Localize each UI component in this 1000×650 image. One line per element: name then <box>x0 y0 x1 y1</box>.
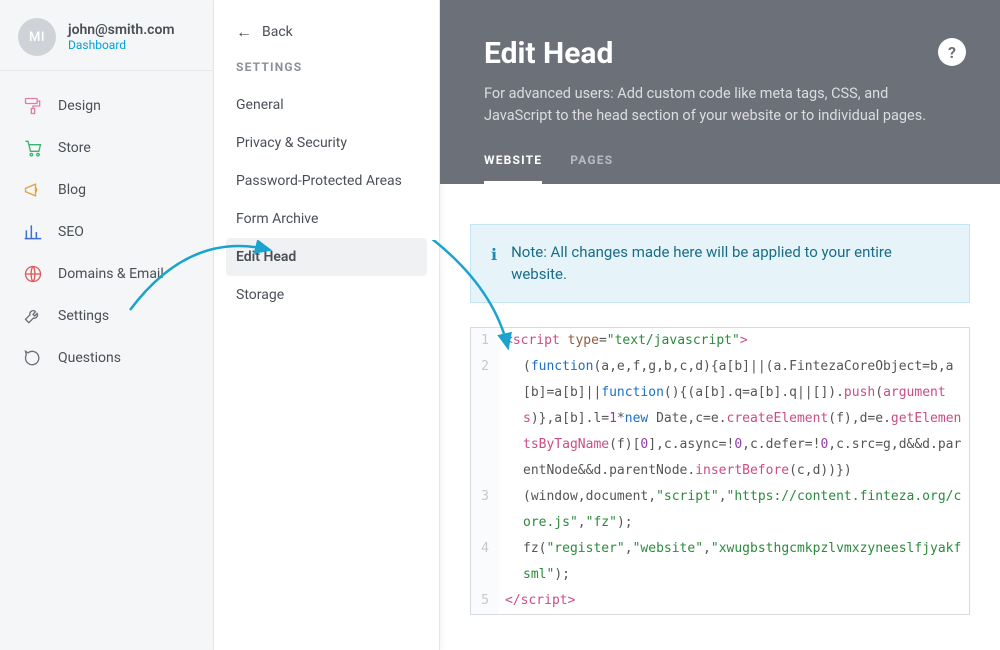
nav-label: Questions <box>58 350 121 366</box>
settings-item-privacy[interactable]: Privacy & Security <box>226 124 427 162</box>
info-note: ℹ Note: All changes made here will be ap… <box>470 224 970 303</box>
megaphone-icon <box>22 179 44 201</box>
tabs: WEBSITE PAGES <box>484 153 956 184</box>
code-line-1: <script type="text/javascript"> <box>499 328 969 354</box>
account-block: MI john@smith.com Dashboard <box>0 0 213 70</box>
tab-website[interactable]: WEBSITE <box>484 153 542 184</box>
line-number: 3 <box>471 484 499 536</box>
page-header: ? Edit Head For advanced users: Add cust… <box>440 0 1000 184</box>
content-area: ℹ Note: All changes made here will be ap… <box>440 184 1000 650</box>
info-icon: ℹ <box>491 243 497 286</box>
line-number: 4 <box>471 536 499 588</box>
wrench-icon <box>22 305 44 327</box>
back-button[interactable]: ← Back <box>226 18 427 60</box>
nav-item-seo[interactable]: SEO <box>0 211 213 253</box>
code-line-5: </script> <box>499 588 969 614</box>
line-number: 2 <box>471 354 499 484</box>
nav-label: Domains & Email <box>58 266 164 282</box>
arrow-left-icon: ← <box>236 22 252 42</box>
nav-item-domains[interactable]: Domains & Email <box>0 253 213 295</box>
code-line-3: (window,document,"script","https://conte… <box>499 484 969 536</box>
code-line-4: fz("register","website","xwugbsthgcmkpzl… <box>499 536 969 588</box>
tab-pages[interactable]: PAGES <box>570 153 613 184</box>
avatar: MI <box>18 18 56 56</box>
nav-item-blog[interactable]: Blog <box>0 169 213 211</box>
nav-label: Design <box>58 98 101 114</box>
line-number: 5 <box>471 588 499 614</box>
settings-item-storage[interactable]: Storage <box>226 276 427 314</box>
settings-sidebar: ← Back SETTINGS General Privacy & Securi… <box>214 0 440 650</box>
bar-chart-icon <box>22 221 44 243</box>
account-email: john@smith.com <box>68 22 175 38</box>
code-editor[interactable]: 1 <script type="text/javascript"> 2 (fun… <box>470 327 970 615</box>
cart-icon <box>22 137 44 159</box>
page-subtitle: For advanced users: Add custom code like… <box>484 83 956 127</box>
paint-roller-icon <box>22 95 44 117</box>
code-line-2: (function(a,e,f,g,b,c,d){a[b]||(a.Fintez… <box>499 354 969 484</box>
nav-label: Blog <box>58 182 86 198</box>
nav-label: Store <box>58 140 91 156</box>
nav-label: Settings <box>58 308 109 324</box>
divider <box>0 70 213 71</box>
dashboard-link[interactable]: Dashboard <box>68 38 175 52</box>
settings-item-general[interactable]: General <box>226 86 427 124</box>
nav-item-settings[interactable]: Settings <box>0 295 213 337</box>
settings-item-form[interactable]: Form Archive <box>226 200 427 238</box>
primary-sidebar: MI john@smith.com Dashboard Design Store… <box>0 0 214 650</box>
chat-icon <box>22 347 44 369</box>
line-number: 1 <box>471 328 499 354</box>
note-text: Note: All changes made here will be appl… <box>511 241 949 286</box>
back-label: Back <box>262 24 293 40</box>
page-title: Edit Head <box>484 36 956 71</box>
help-button[interactable]: ? <box>938 38 966 66</box>
globe-icon <box>22 263 44 285</box>
settings-heading: SETTINGS <box>226 60 427 86</box>
account-text: john@smith.com Dashboard <box>68 22 175 52</box>
settings-item-password[interactable]: Password-Protected Areas <box>226 162 427 200</box>
nav-item-design[interactable]: Design <box>0 85 213 127</box>
nav-label: SEO <box>58 224 84 240</box>
primary-nav: Design Store Blog SEO Domains & Email Se… <box>0 79 213 385</box>
main-panel: ? Edit Head For advanced users: Add cust… <box>440 0 1000 650</box>
nav-item-questions[interactable]: Questions <box>0 337 213 379</box>
nav-item-store[interactable]: Store <box>0 127 213 169</box>
settings-item-edithead[interactable]: Edit Head <box>226 238 427 276</box>
